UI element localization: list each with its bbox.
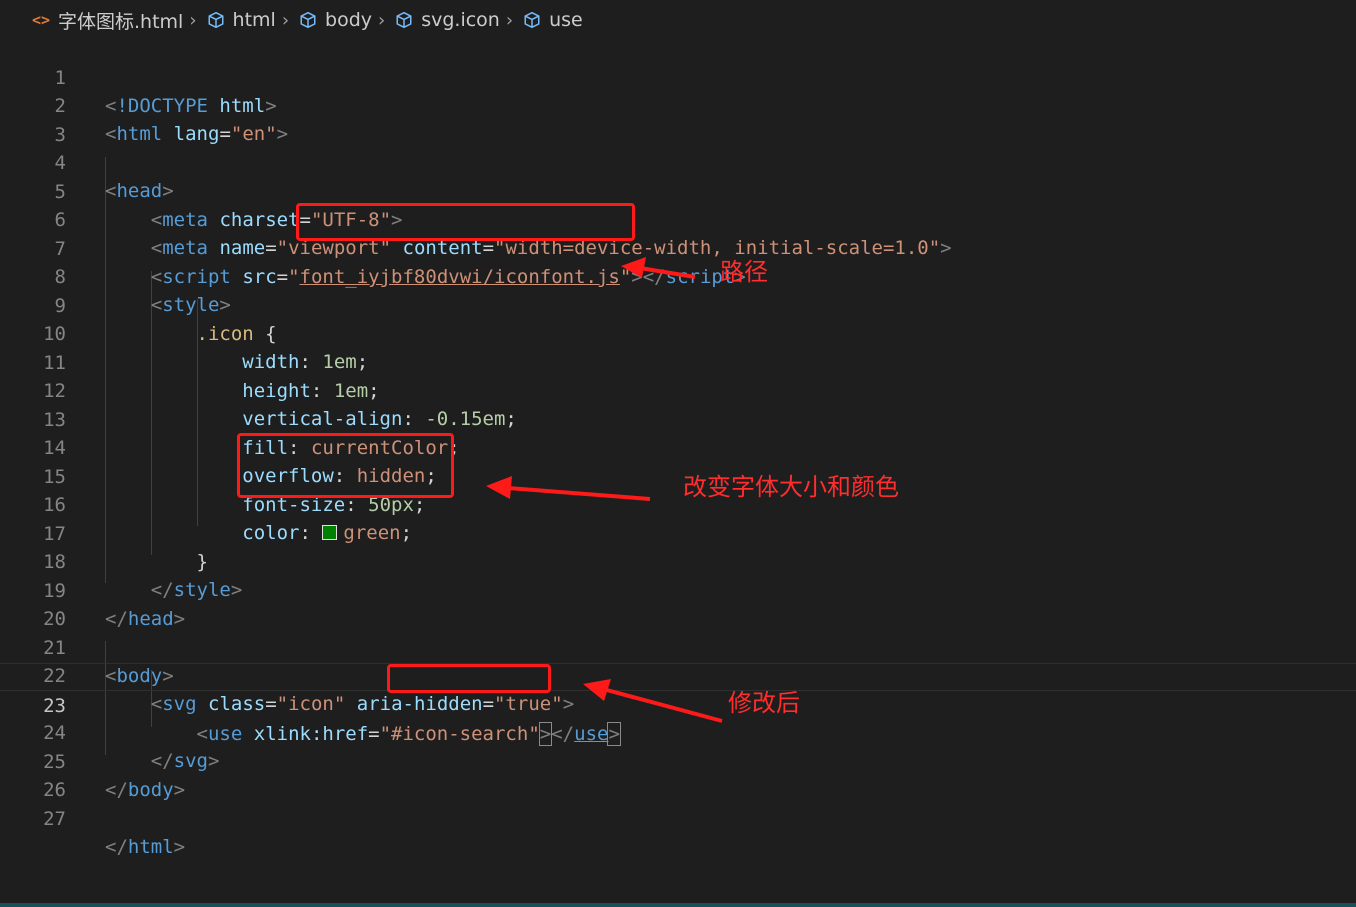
font-change-annotation: 改变字体大小和颜色 bbox=[683, 473, 899, 501]
code-line: 8 <style> bbox=[0, 235, 1356, 316]
breadcrumb-file-label: 字体图标.html bbox=[58, 10, 184, 33]
tag-name: html bbox=[127, 836, 174, 858]
code-line: 24 </svg> bbox=[0, 691, 1356, 772]
code-line: 26 bbox=[0, 748, 1356, 801]
breadcrumb-svg[interactable]: svg.icon › bbox=[393, 9, 521, 31]
font-style-highlight-box bbox=[237, 433, 454, 498]
chevron-right-icon: › bbox=[505, 9, 514, 31]
code-line: 2 <html lang="en"> bbox=[0, 64, 1356, 145]
code-line: 20 bbox=[0, 577, 1356, 630]
breadcrumb-file[interactable]: <> 字体图标.html › bbox=[30, 7, 205, 34]
breadcrumb-use-label: use bbox=[549, 9, 583, 31]
modified-annotation: 修改后 bbox=[728, 689, 800, 717]
code-line: 10 width: 1em; bbox=[0, 292, 1356, 373]
code-line: 1 <!DOCTYPE html> bbox=[0, 36, 1356, 117]
code-line: 19 </head> bbox=[0, 549, 1356, 630]
breadcrumb-body-label: body bbox=[325, 9, 373, 31]
code-line: 14 overflow: hidden; bbox=[0, 406, 1356, 487]
element-cube-icon bbox=[205, 9, 227, 31]
code-line: 6 <meta name="viewport" content="width=d… bbox=[0, 178, 1356, 259]
code-line: 22 <svg class="icon" aria-hidden="true"> bbox=[0, 634, 1356, 715]
href-highlight-box bbox=[387, 664, 551, 693]
breadcrumb: <> 字体图标.html › html › body › svg.icon › … bbox=[0, 0, 1356, 40]
code-line: 7 <script src="font_iyjbf80dvwi/iconfont… bbox=[0, 207, 1356, 288]
code-line-current: 23 <use xlink:href="#icon-search"></use> bbox=[0, 663, 1356, 746]
breadcrumb-body[interactable]: body › bbox=[297, 9, 393, 31]
bottom-edge-bar bbox=[0, 903, 1356, 907]
chevron-right-icon: › bbox=[281, 9, 290, 31]
code-line: 5 <meta charset="UTF-8"> bbox=[0, 150, 1356, 231]
code-line: 18 </style> bbox=[0, 520, 1356, 601]
breadcrumb-html-label: html bbox=[232, 9, 276, 31]
code-line: 17 } bbox=[0, 492, 1356, 573]
chevron-right-icon: › bbox=[378, 9, 386, 31]
code-line: 21 <body> bbox=[0, 606, 1356, 687]
code-line: 11 height: 1em; bbox=[0, 321, 1356, 402]
code-line: 27 </html> bbox=[0, 777, 1356, 858]
element-cube-icon bbox=[297, 9, 319, 31]
code-line: 25 </body> bbox=[0, 720, 1356, 801]
chevron-right-icon: › bbox=[189, 9, 197, 31]
breadcrumb-html[interactable]: html › bbox=[205, 9, 297, 31]
html-file-icon: <> bbox=[31, 11, 51, 29]
path-annotation: 路径 bbox=[720, 258, 768, 286]
breadcrumb-use[interactable]: use bbox=[521, 9, 583, 31]
code-line: 3 bbox=[0, 93, 1356, 146]
path-highlight-box bbox=[296, 203, 635, 241]
element-cube-icon bbox=[521, 9, 543, 31]
code-line: 12 vertical-align: -0.15em; bbox=[0, 349, 1356, 430]
line-number: 27 bbox=[43, 808, 66, 830]
element-cube-icon bbox=[393, 9, 415, 31]
code-line: 15 font-size: 50px; bbox=[0, 435, 1356, 516]
code-editor[interactable]: 1 <!DOCTYPE html> 2 <html lang="en"> 3 4… bbox=[0, 36, 1356, 907]
code-line: 9 .icon { bbox=[0, 264, 1356, 345]
code-line: 16 color: green; bbox=[0, 463, 1356, 544]
code-line: 4 <head> bbox=[0, 121, 1356, 202]
breadcrumb-svg-label: svg.icon bbox=[421, 9, 500, 31]
code-line: 13 fill: currentColor; bbox=[0, 378, 1356, 459]
